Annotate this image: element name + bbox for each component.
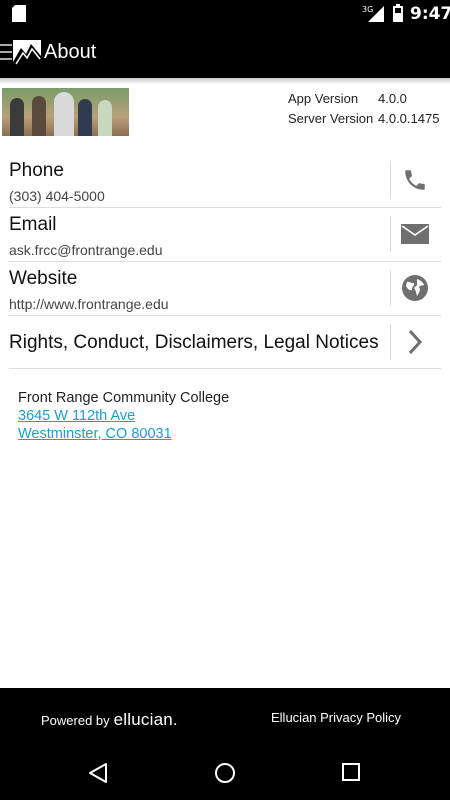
globe-icon: [402, 275, 428, 301]
app-version-value: 4.0.0: [378, 91, 407, 106]
legal-notices-title: Rights, Conduct, Disclaimers, Legal Noti…: [9, 332, 379, 353]
phone-icon: [405, 170, 425, 190]
website-title: Website: [9, 268, 78, 289]
legal-notices-button[interactable]: [398, 327, 432, 357]
home-icon[interactable]: [214, 762, 236, 784]
divider: [390, 324, 391, 360]
status-clock: 9:47: [410, 4, 450, 24]
divider: [390, 162, 391, 198]
address-line2-link[interactable]: Westminster, CO 80031: [18, 425, 229, 443]
app-bar-shadow: [0, 78, 450, 84]
footer: Powered by ellucian. Ellucian Privacy Po…: [0, 688, 450, 748]
recents-icon[interactable]: [341, 762, 361, 782]
powered-by[interactable]: Powered by ellucian.: [41, 710, 178, 730]
app-bar: About: [0, 27, 450, 78]
ellucian-logo: ellucian.: [113, 710, 178, 729]
app-version-row: App Version 4.0.0: [288, 89, 439, 109]
status-bar: 3G 9:47: [0, 0, 450, 27]
privacy-policy-link[interactable]: Ellucian Privacy Policy: [271, 710, 401, 725]
email-value: ask.frcc@frontrange.edu: [9, 242, 163, 258]
server-version-row: Server Version 4.0.0.1475: [288, 109, 439, 129]
website-value: http://www.frontrange.edu: [9, 296, 169, 312]
navigation-bar: [0, 748, 450, 800]
page-title: About: [44, 41, 97, 63]
email-row[interactable]: Email ask.frcc@frontrange.edu: [0, 207, 450, 261]
row-divider: [9, 368, 441, 369]
website-row[interactable]: Website http://www.frontrange.edu: [0, 261, 450, 315]
back-icon[interactable]: [87, 762, 109, 784]
call-button[interactable]: [398, 165, 432, 195]
header-photo: [2, 88, 129, 136]
address-block: Front Range Community College 3645 W 112…: [18, 389, 229, 443]
email-button[interactable]: [398, 219, 432, 249]
menu-icon[interactable]: [0, 44, 12, 60]
logo-icon[interactable]: [13, 40, 41, 66]
server-version-label: Server Version: [288, 111, 374, 126]
address-line1-link[interactable]: 3645 W 112th Ave: [18, 407, 229, 425]
sd-card-icon: [12, 5, 26, 22]
signal-icon: 3G: [362, 5, 384, 22]
divider: [390, 270, 391, 306]
svg-text:3G: 3G: [362, 5, 373, 14]
phone-row[interactable]: Phone (303) 404-5000: [0, 153, 450, 207]
server-version-value: 4.0.0.1475: [378, 111, 440, 126]
phone-value: (303) 404-5000: [9, 188, 105, 204]
divider: [390, 216, 391, 252]
mail-icon: [401, 224, 429, 244]
version-info: App Version 4.0.0 Server Version 4.0.0.1…: [288, 89, 439, 129]
app-version-label: App Version: [288, 91, 359, 106]
phone-title: Phone: [9, 160, 64, 181]
battery-icon: [393, 4, 403, 22]
email-title: Email: [9, 214, 57, 235]
website-button[interactable]: [398, 273, 432, 303]
powered-by-label: Powered by: [41, 712, 110, 728]
chevron-right-icon: [408, 329, 423, 355]
legal-notices-row[interactable]: Rights, Conduct, Disclaimers, Legal Noti…: [0, 315, 450, 369]
college-name: Front Range Community College: [18, 390, 230, 406]
